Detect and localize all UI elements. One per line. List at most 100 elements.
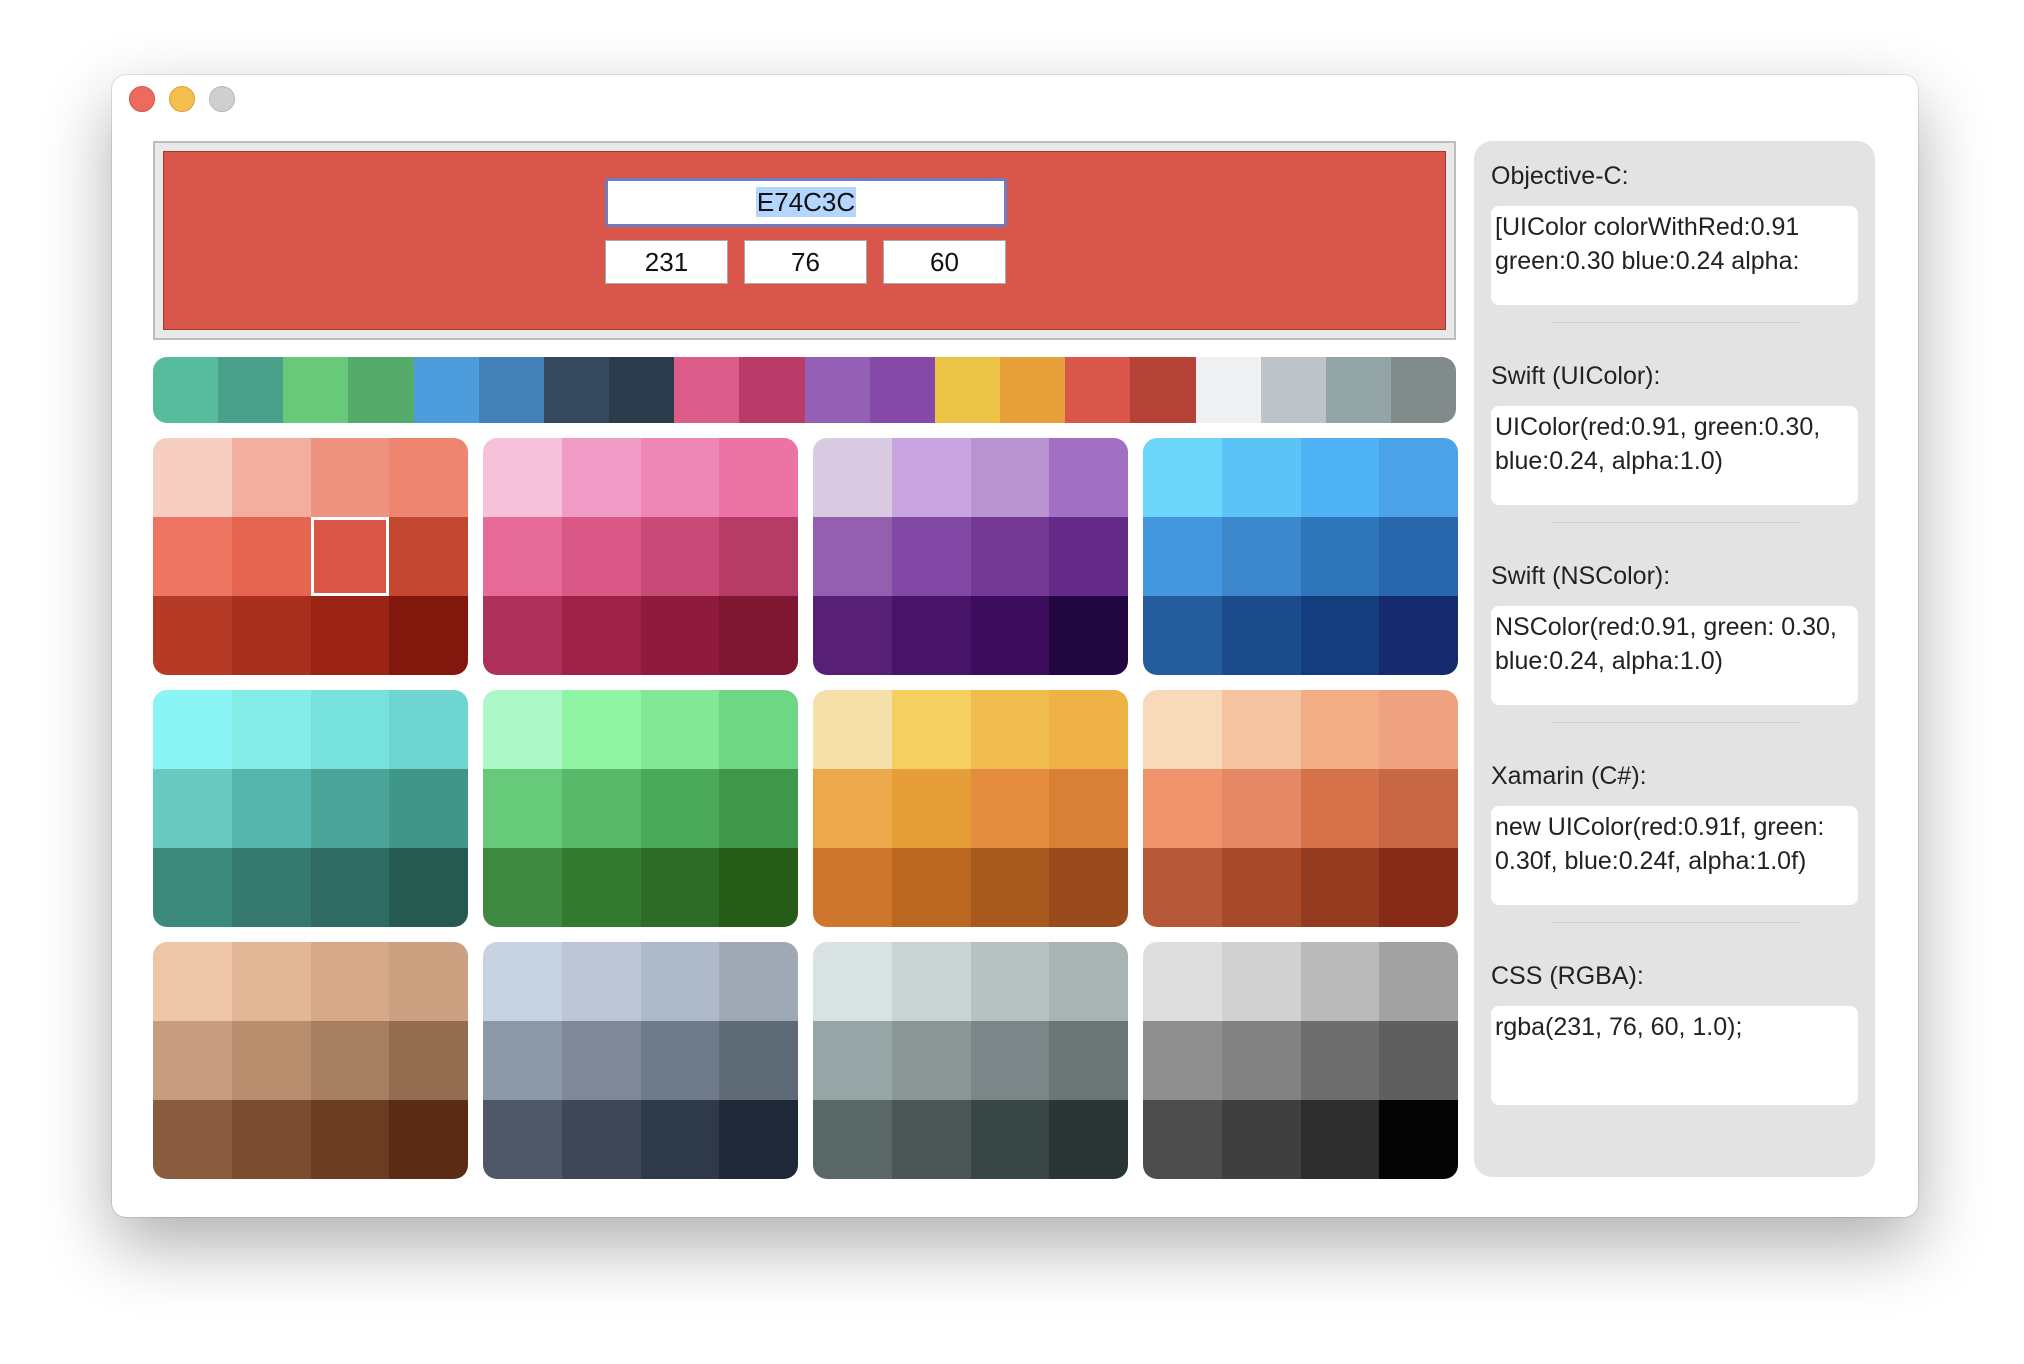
palette-swatch[interactable] xyxy=(640,517,720,596)
palette-swatch[interactable] xyxy=(719,438,798,517)
palette-swatch[interactable] xyxy=(1049,1100,1128,1179)
palette-swatch[interactable] xyxy=(561,848,641,927)
strip-swatch[interactable] xyxy=(609,357,675,423)
palette-swatch[interactable] xyxy=(153,942,232,1021)
palette-swatch[interactable] xyxy=(561,1021,641,1100)
palette-swatch[interactable] xyxy=(891,942,971,1021)
palette-swatch[interactable] xyxy=(891,1100,971,1179)
palette-swatch[interactable] xyxy=(231,1100,311,1179)
palette-swatch[interactable] xyxy=(719,596,798,675)
palette-swatch[interactable] xyxy=(1221,1100,1301,1179)
palette-swatch[interactable] xyxy=(1300,942,1380,1021)
strip-swatch[interactable] xyxy=(413,357,479,423)
strip-swatch[interactable] xyxy=(934,357,1001,423)
palette-swatch[interactable] xyxy=(1049,848,1128,927)
palette-swatch[interactable] xyxy=(640,769,720,848)
red-input[interactable]: 231 xyxy=(605,240,728,284)
palette-swatch[interactable] xyxy=(891,769,971,848)
palette-swatch[interactable] xyxy=(310,1021,390,1100)
palette-swatch[interactable] xyxy=(483,1021,562,1100)
palette-swatch[interactable] xyxy=(970,438,1050,517)
palette-swatch[interactable] xyxy=(561,438,641,517)
strip-swatch[interactable] xyxy=(1195,357,1261,423)
palette-swatch[interactable] xyxy=(389,942,468,1021)
palette-swatch[interactable] xyxy=(483,848,562,927)
palette-swatch[interactable] xyxy=(1221,690,1301,769)
palette-swatch[interactable] xyxy=(483,1100,562,1179)
palette-swatch[interactable] xyxy=(1221,769,1301,848)
strip-swatch[interactable] xyxy=(153,357,219,423)
palette-swatch[interactable] xyxy=(1379,517,1458,596)
palette-swatch[interactable] xyxy=(640,438,720,517)
palette-swatch[interactable] xyxy=(153,690,232,769)
palette-swatch[interactable] xyxy=(1300,438,1380,517)
palette-swatch[interactable] xyxy=(1379,769,1458,848)
palette-swatch[interactable] xyxy=(153,848,232,927)
palette-swatch[interactable] xyxy=(483,769,562,848)
strip-swatch[interactable] xyxy=(478,357,544,423)
palette-swatch[interactable] xyxy=(640,1100,720,1179)
palette-swatch[interactable] xyxy=(561,596,641,675)
palette-swatch[interactable] xyxy=(310,848,390,927)
palette-swatch[interactable] xyxy=(231,1021,311,1100)
palette-swatch[interactable] xyxy=(483,517,562,596)
palette-swatch[interactable] xyxy=(1379,1021,1458,1100)
strip-swatch[interactable] xyxy=(543,357,610,423)
palette-swatch[interactable] xyxy=(1049,769,1128,848)
palette-swatch[interactable] xyxy=(1049,517,1128,596)
zoom-window-button[interactable] xyxy=(209,86,235,112)
palette-swatch[interactable] xyxy=(1221,438,1301,517)
palette-swatch[interactable] xyxy=(640,1021,720,1100)
palette-swatch[interactable] xyxy=(813,596,892,675)
palette-swatch[interactable] xyxy=(813,848,892,927)
palette-swatch[interactable] xyxy=(1143,848,1222,927)
palette-swatch[interactable] xyxy=(1300,1100,1380,1179)
palette-swatch[interactable] xyxy=(1143,1100,1222,1179)
palette-swatch[interactable] xyxy=(231,848,311,927)
green-input[interactable]: 76 xyxy=(744,240,867,284)
palette-swatch[interactable] xyxy=(891,596,971,675)
palette-swatch[interactable] xyxy=(1300,1021,1380,1100)
palette-swatch[interactable] xyxy=(719,517,798,596)
palette-swatch[interactable] xyxy=(813,438,892,517)
palette-swatch[interactable] xyxy=(1221,848,1301,927)
palette-swatch[interactable] xyxy=(483,942,562,1021)
palette-swatch[interactable] xyxy=(1379,1100,1458,1179)
palette-swatch[interactable] xyxy=(640,596,720,675)
strip-swatch[interactable] xyxy=(348,357,414,423)
palette-swatch[interactable] xyxy=(389,769,468,848)
palette-swatch[interactable] xyxy=(389,517,468,596)
strip-swatch[interactable] xyxy=(1130,357,1196,423)
strip-swatch[interactable] xyxy=(1065,357,1131,423)
palette-swatch[interactable] xyxy=(1143,438,1222,517)
palette-swatch[interactable] xyxy=(719,1100,798,1179)
palette-swatch[interactable] xyxy=(813,1100,892,1179)
code-objc[interactable]: [UIColor colorWithRed:0.91 green:0.30 bl… xyxy=(1491,206,1858,305)
strip-swatch[interactable] xyxy=(804,357,870,423)
palette-swatch[interactable] xyxy=(153,438,232,517)
palette-swatch[interactable] xyxy=(483,438,562,517)
palette-swatch[interactable] xyxy=(1049,438,1128,517)
palette-swatch[interactable] xyxy=(1143,596,1222,675)
palette-swatch[interactable] xyxy=(1049,596,1128,675)
hex-input[interactable]: E74C3C xyxy=(605,178,1007,227)
palette-swatch[interactable] xyxy=(891,690,971,769)
palette-swatch[interactable] xyxy=(231,438,311,517)
palette-swatch[interactable] xyxy=(231,769,311,848)
palette-swatch[interactable] xyxy=(389,438,468,517)
close-window-button[interactable] xyxy=(129,86,155,112)
palette-swatch[interactable] xyxy=(1221,517,1301,596)
palette-swatch[interactable] xyxy=(1143,769,1222,848)
palette-swatch[interactable] xyxy=(1221,942,1301,1021)
palette-swatch[interactable] xyxy=(561,690,641,769)
palette-swatch[interactable] xyxy=(1143,942,1222,1021)
palette-swatch[interactable] xyxy=(970,942,1050,1021)
palette-swatch[interactable] xyxy=(1300,848,1380,927)
palette-swatch[interactable] xyxy=(1143,690,1222,769)
palette-swatch[interactable] xyxy=(1300,769,1380,848)
palette-swatch[interactable] xyxy=(891,517,971,596)
palette-swatch[interactable] xyxy=(153,1100,232,1179)
palette-swatch[interactable] xyxy=(310,690,390,769)
palette-swatch[interactable] xyxy=(970,848,1050,927)
palette-swatch-selected[interactable] xyxy=(310,517,390,596)
